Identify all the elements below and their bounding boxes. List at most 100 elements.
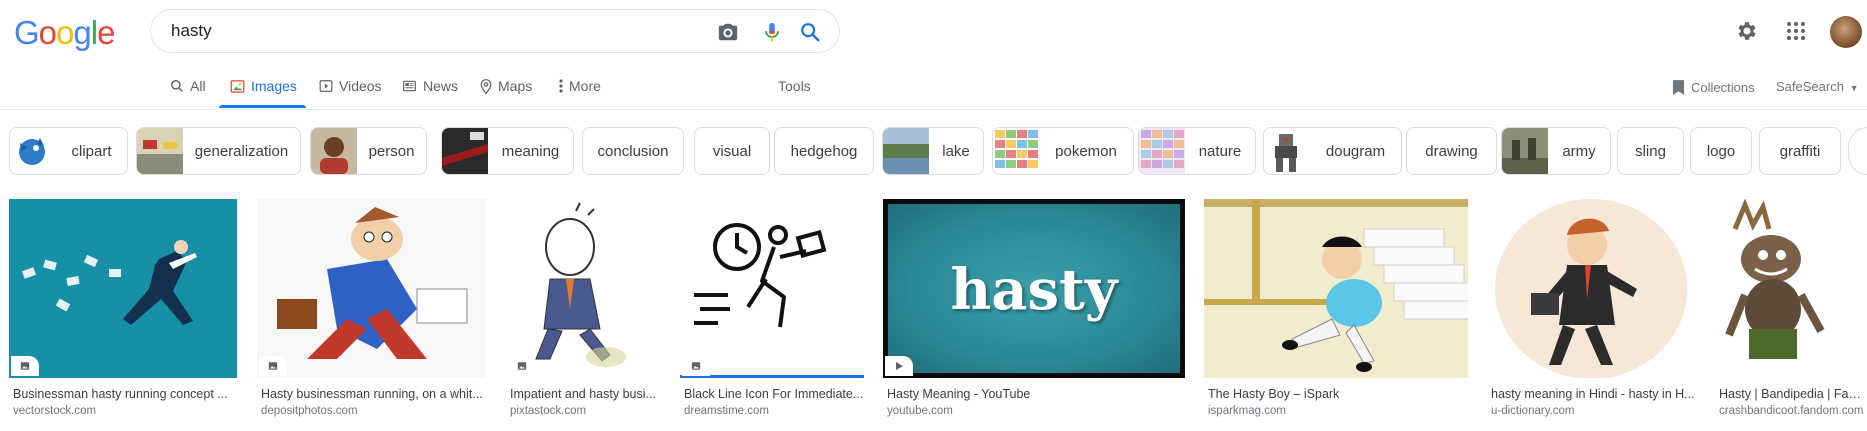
chip-sling[interactable]: sling [1617, 127, 1684, 175]
logo-letter: o [56, 14, 74, 51]
chip-label: clipart [71, 142, 112, 160]
chip-label: dougram [1325, 142, 1386, 160]
news-icon [403, 80, 416, 92]
chip-thumbnail [883, 128, 929, 174]
google-logo[interactable]: Google [14, 14, 115, 52]
tab-label: Videos [339, 78, 382, 94]
chip-conclusion[interactable]: conclusion [582, 127, 684, 175]
tab-label: All [190, 78, 206, 94]
result-image[interactable] [1487, 199, 1695, 378]
apps-grid-icon[interactable] [1786, 21, 1806, 41]
search-icon[interactable] [799, 21, 821, 43]
image-badge-icon [682, 356, 710, 376]
avatar[interactable] [1830, 16, 1862, 48]
logo-letter: o [38, 14, 57, 51]
search-box[interactable]: hasty [150, 9, 840, 53]
chip-army[interactable]: army [1501, 127, 1611, 175]
result-source[interactable]: crashbandicoot.fandom.com [1719, 405, 1867, 417]
result-image[interactable] [506, 199, 661, 378]
chip-label: person [368, 142, 415, 160]
chip-thumbnail [1502, 128, 1548, 174]
search-icon [171, 80, 183, 92]
settings-gear-icon[interactable] [1735, 19, 1759, 43]
chip-nature[interactable]: nature [1138, 127, 1256, 175]
result-source[interactable]: vectorstock.com [13, 405, 237, 417]
image-icon [230, 79, 245, 93]
chip-thumbnail [10, 128, 56, 174]
image-badge-icon [259, 356, 287, 376]
tab-maps[interactable]: Maps [480, 78, 532, 94]
result-caption[interactable]: Hasty | Bandipedia | Fand... [1719, 387, 1867, 401]
caret-down-icon: ▼ [1849, 83, 1859, 93]
safesearch-button[interactable]: SafeSearch ▼ [1776, 79, 1858, 94]
play-icon [319, 80, 333, 92]
result-image[interactable] [9, 199, 237, 378]
camera-icon[interactable] [717, 21, 739, 43]
more-vert-icon [559, 79, 563, 93]
chip-thumbnail [1139, 128, 1185, 174]
tab-videos[interactable]: Videos [319, 78, 382, 94]
tab-more[interactable]: More [559, 78, 601, 94]
result-caption[interactable]: Impatient and hasty busi... [510, 387, 661, 401]
chip-thumbnail [137, 128, 183, 174]
collections-button[interactable]: Collections [1672, 79, 1755, 96]
search-input[interactable]: hasty [171, 21, 212, 41]
result-source[interactable]: depositphotos.com [261, 405, 486, 417]
chip-lake[interactable]: lake [882, 127, 984, 175]
result-source[interactable]: youtube.com [887, 405, 1185, 417]
result-image[interactable]: hasty [883, 199, 1185, 378]
result-caption[interactable]: hasty meaning in Hindi - hasty in H... [1491, 387, 1695, 401]
result-image[interactable] [257, 199, 486, 378]
tools-button[interactable]: Tools [778, 78, 811, 94]
chip-label: drawing [1425, 142, 1478, 160]
logo-letter: e [97, 14, 115, 51]
chip-pokemon[interactable]: pokemon [992, 127, 1134, 175]
result-caption[interactable]: The Hasty Boy – iSpark [1208, 387, 1468, 401]
chips-scroll-next-button[interactable] [1848, 127, 1867, 175]
result-caption[interactable]: Hasty businessman running, on a whit... [261, 387, 486, 401]
chip-thumbnail [311, 128, 357, 174]
tab-news[interactable]: News [402, 78, 458, 94]
tab-images[interactable]: Images [230, 78, 297, 94]
chip-meaning[interactable]: meaning [441, 127, 574, 175]
result-image[interactable] [680, 199, 864, 378]
logo-letter: g [73, 14, 91, 51]
result-caption[interactable]: Black Line Icon For Immediate... [684, 387, 864, 401]
chip-thumbnail [1264, 128, 1310, 174]
chip-label: sling [1635, 142, 1666, 160]
tab-label: Images [251, 78, 297, 94]
tab-label: News [423, 78, 459, 94]
chip-drawing[interactable]: drawing [1406, 127, 1497, 175]
chip-label: nature [1198, 142, 1242, 160]
video-play-icon [885, 356, 913, 376]
result-source[interactable]: pixtastock.com [510, 405, 661, 417]
tab-label: More [569, 78, 601, 94]
tab-all[interactable]: All [170, 78, 206, 94]
chip-label: logo [1706, 142, 1736, 160]
active-tab-indicator [219, 105, 306, 108]
chip-dougram[interactable]: dougram [1263, 127, 1402, 175]
chip-thumbnail [442, 128, 488, 174]
result-image[interactable] [1204, 199, 1468, 378]
result-source[interactable]: isparkmag.com [1208, 405, 1468, 417]
result-source[interactable]: u-dictionary.com [1491, 405, 1695, 417]
chip-label: conclusion [597, 142, 669, 160]
chip-clipart[interactable]: clipart [9, 127, 128, 175]
microphone-icon[interactable] [761, 21, 783, 43]
chip-label: meaning [501, 142, 560, 160]
result-caption[interactable]: Hasty Meaning - YouTube [887, 387, 1185, 401]
result-caption[interactable]: Businessman hasty running concept ... [13, 387, 237, 401]
chip-logo[interactable]: logo [1690, 127, 1752, 175]
chip-label: hedgehog [790, 142, 858, 160]
chip-label: army [1562, 142, 1596, 160]
chip-visual[interactable]: visual [694, 127, 770, 175]
chip-person[interactable]: person [310, 127, 427, 175]
map-pin-icon [480, 78, 492, 94]
chip-generalization[interactable]: generalization [136, 127, 301, 175]
chip-hedgehog[interactable]: hedgehog [774, 127, 874, 175]
chip-graffiti[interactable]: graffiti [1759, 127, 1841, 175]
tab-label: Maps [498, 78, 533, 94]
chip-label: generalization [194, 142, 289, 160]
result-source[interactable]: dreamstime.com [684, 405, 864, 417]
result-image[interactable] [1715, 199, 1867, 378]
